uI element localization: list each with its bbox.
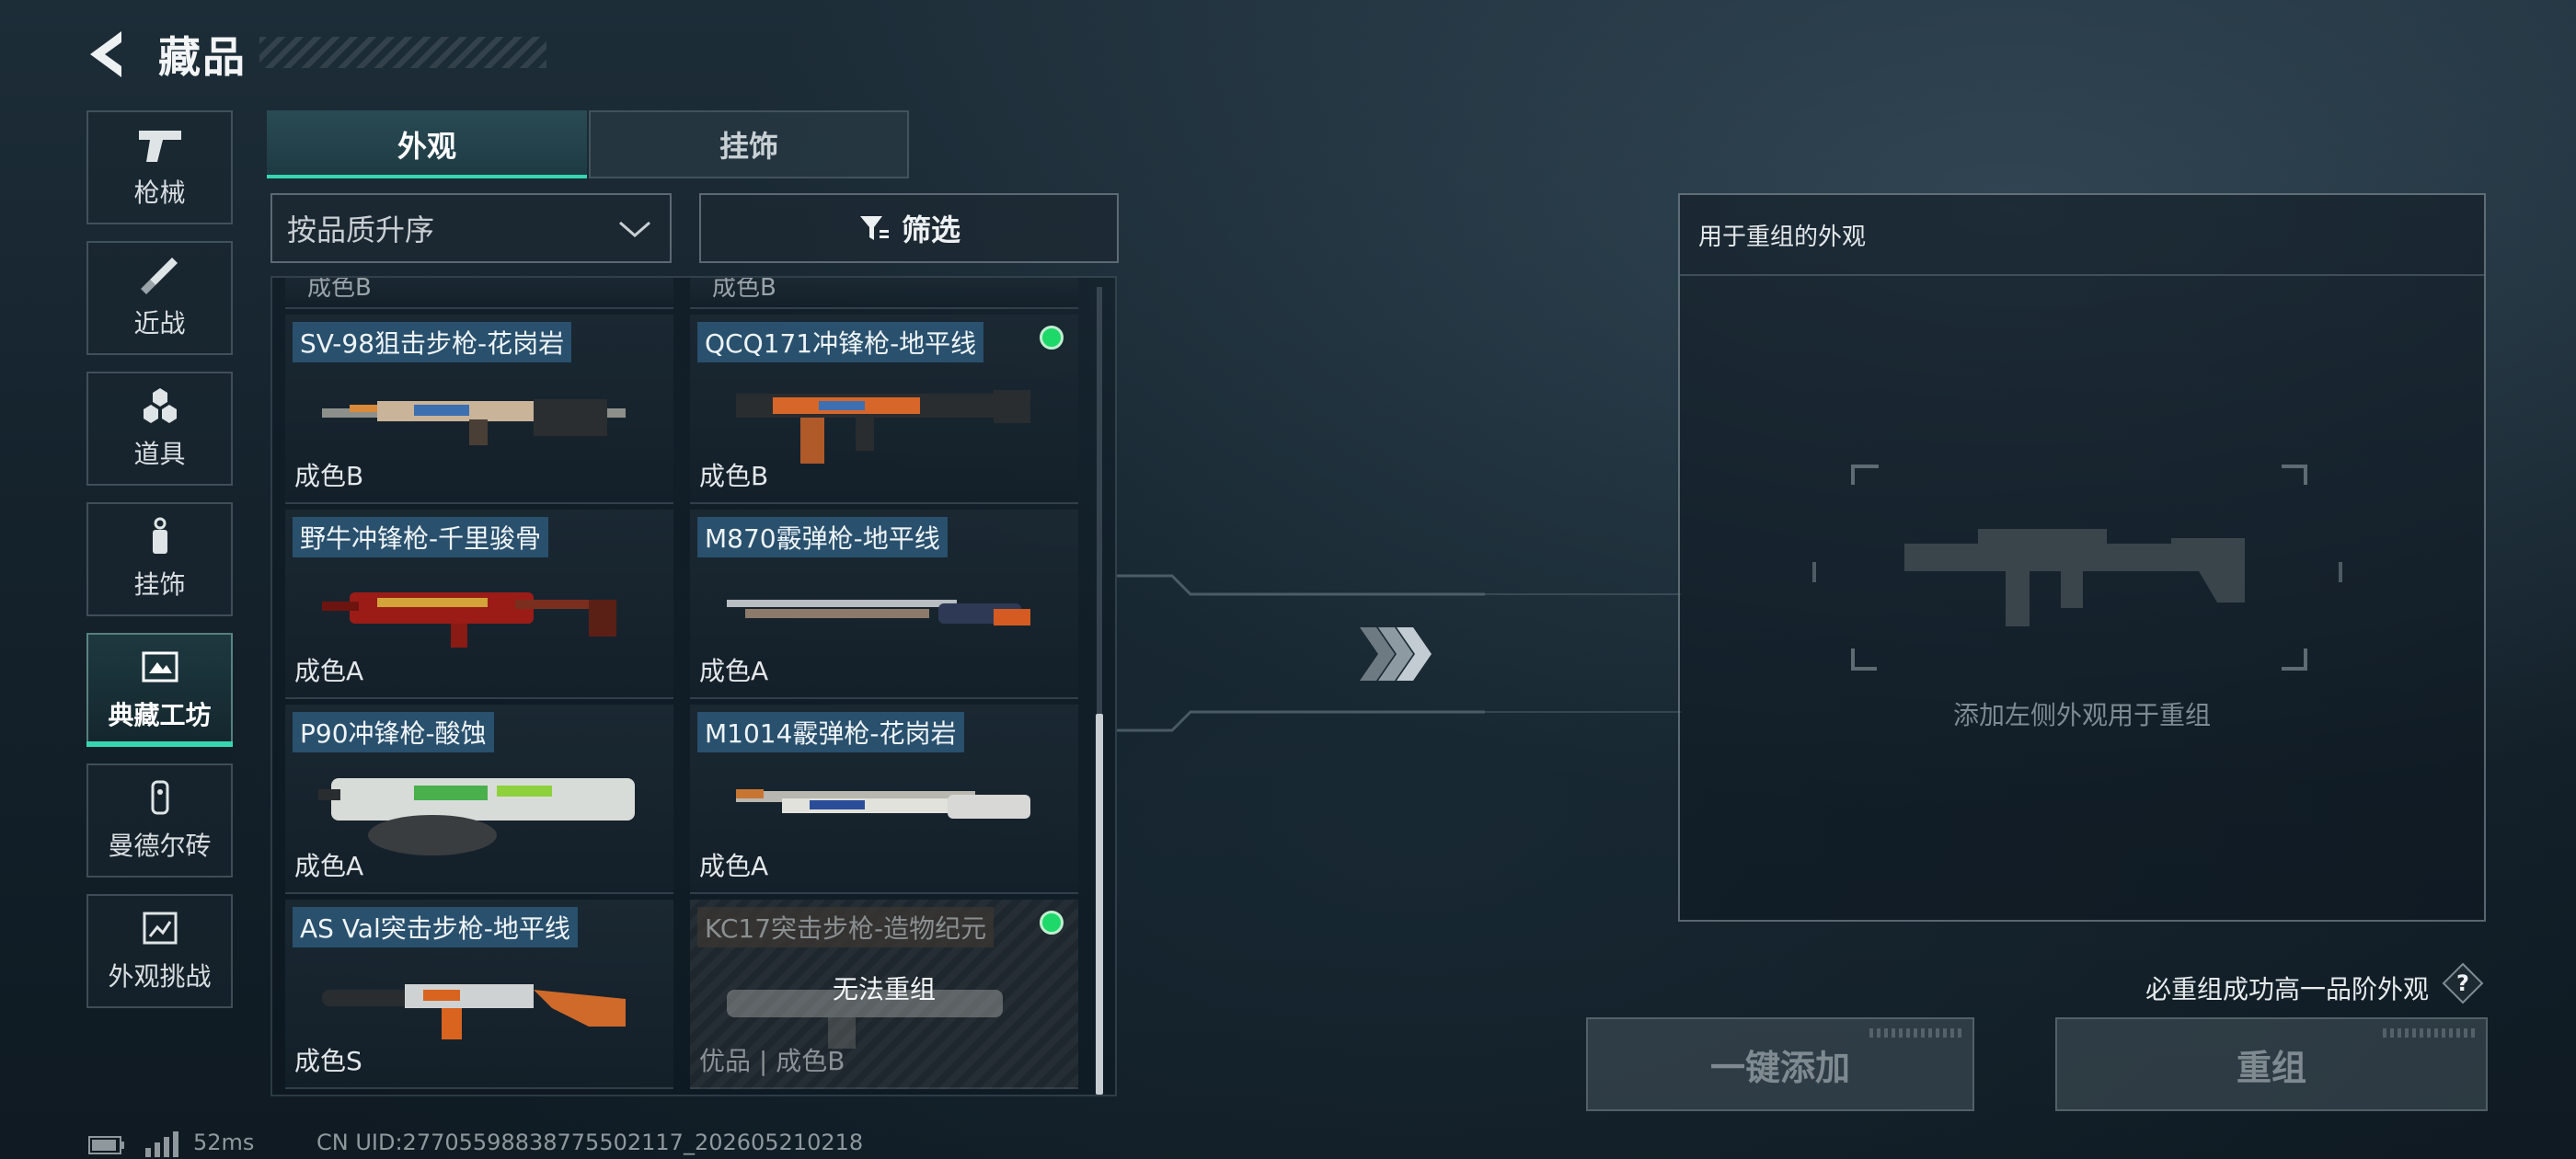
grade-label: 成色B <box>294 461 364 491</box>
knife-icon <box>140 258 178 294</box>
cannot-recombine-label: 无法重组 <box>832 974 936 1004</box>
nav-label: 枪械 <box>133 178 186 208</box>
nav-label: 曼德尔砖 <box>108 831 212 861</box>
pistol-icon <box>138 131 181 162</box>
filter-label: 筛选 <box>901 212 960 247</box>
nav-active-indicator <box>86 741 233 747</box>
grade-label: 优品 | 成色B <box>699 1046 845 1076</box>
filter-icon <box>859 216 889 240</box>
recombine-header: 用于重组的外观 <box>1680 195 2484 276</box>
bizon-smg-image <box>322 592 616 648</box>
list-item[interactable]: P90冲锋枪-酸蚀 成色A <box>285 705 673 894</box>
latency-text: 52ms <box>193 1130 255 1155</box>
challenge-icon <box>143 912 177 945</box>
empty-slot-hint: 添加左侧外观用于重组 <box>1952 700 2211 730</box>
nav-label: 典藏工坊 <box>108 700 212 730</box>
button-decoration <box>1869 1028 1961 1038</box>
help-icon[interactable]: ? <box>2442 962 2484 1004</box>
skin-name: M870霰弹枪-地平线 <box>697 517 948 557</box>
tab-exterior[interactable]: 外观 <box>267 110 587 178</box>
list-item-disabled[interactable]: KC17突击步枪-造物纪元 无法重组 优品 | 成色B <box>690 900 1078 1089</box>
skin-name: SV-98狙击步枪-花岗岩 <box>293 322 572 362</box>
equipped-indicator <box>1040 911 1064 935</box>
sort-select[interactable]: 按品质升序 <box>270 193 672 263</box>
recombine-button[interactable]: 重组 <box>2055 1017 2488 1111</box>
empty-slot-rifle-icon[interactable] <box>1812 465 2346 676</box>
skin-name: M1014霰弹枪-花岗岩 <box>697 712 964 752</box>
equipped-indicator <box>1040 326 1064 350</box>
add-all-label: 一键添加 <box>1709 1047 1850 1088</box>
button-decoration <box>2383 1028 2475 1038</box>
tab-active-indicator <box>267 175 587 178</box>
grade-label: 成色A <box>699 656 769 686</box>
list-item[interactable]: M1014霰弹枪-花岗岩 成色A <box>690 705 1078 894</box>
uid-text: CN UID:27705598838775502117_202605210218 <box>316 1130 864 1155</box>
nav-label: 挂饰 <box>133 569 186 600</box>
assault-rifle-image <box>322 984 626 1039</box>
filter-button[interactable]: 筛选 <box>699 193 1119 263</box>
page-title: 藏品 <box>158 32 247 82</box>
sort-value: 按品质升序 <box>287 212 435 247</box>
sniper-rifle-image <box>322 399 626 445</box>
nav-item-melee[interactable]: 近战 <box>86 241 233 355</box>
nav-label: 道具 <box>133 439 186 469</box>
guarantee-text: 必重组成功高一品阶外观 <box>2145 974 2429 1004</box>
grade-label: 成色B <box>307 278 372 302</box>
hexagons-icon <box>143 388 177 423</box>
p90-image <box>318 778 635 855</box>
list-item[interactable]: AS Val突击步枪-地平线 成色S <box>285 900 673 1089</box>
battery-icon <box>88 1136 124 1154</box>
nav-item-charms[interactable]: 挂饰 <box>86 502 233 616</box>
brick-icon <box>151 780 168 815</box>
list-item[interactable]: M870霰弹枪-地平线 成色A <box>690 510 1078 699</box>
nav-item-challenge[interactable]: 外观挑战 <box>86 894 233 1008</box>
skin-name: P90冲锋枪-酸蚀 <box>293 712 494 752</box>
list-item[interactable]: 成色B <box>690 278 1078 309</box>
skin-name: AS Val突击步枪-地平线 <box>293 907 578 947</box>
back-icon[interactable] <box>85 28 132 81</box>
smg-image <box>736 390 1030 464</box>
nav-item-workshop[interactable]: 典藏工坊 <box>86 633 233 747</box>
svg-text:?: ? <box>2456 970 2469 996</box>
skin-list[interactable]: 成色B 成色B SV-98狙击步枪-花岗岩 成色B QCQ171冲锋枪-地平线 … <box>270 276 1117 1096</box>
workshop-icon <box>142 651 178 683</box>
list-item[interactable]: QCQ171冲锋枪-地平线 成色B <box>690 315 1078 504</box>
grade-label: 成色A <box>699 851 769 881</box>
recombine-label: 重组 <box>2236 1047 2306 1088</box>
nav-item-guns[interactable]: 枪械 <box>86 110 233 224</box>
list-item[interactable]: 野牛冲锋枪-千里骏骨 成色A <box>285 510 673 699</box>
nav-item-mandel-brick[interactable]: 曼德尔砖 <box>86 763 233 878</box>
grade-label: 成色S <box>294 1046 362 1076</box>
shotgun-image <box>727 600 1030 625</box>
nav-label: 近战 <box>133 308 186 339</box>
add-all-button[interactable]: 一键添加 <box>1586 1017 1974 1111</box>
grade-label: 成色A <box>294 656 364 686</box>
list-item[interactable]: 成色B <box>285 278 673 309</box>
list-item[interactable]: SV-98狙击步枪-花岗岩 成色B <box>285 315 673 504</box>
shotgun-image <box>736 789 1030 819</box>
skin-name: 野牛冲锋枪-千里骏骨 <box>293 517 549 557</box>
grade-label: 成色A <box>294 851 364 881</box>
title-decoration <box>259 37 546 68</box>
grade-label: 成色B <box>712 278 776 302</box>
nav-item-items[interactable]: 道具 <box>86 372 233 486</box>
scrollbar-thumb[interactable] <box>1096 714 1103 1095</box>
tab-charm[interactable]: 挂饰 <box>589 110 909 178</box>
keychain-icon <box>152 517 167 554</box>
arrow-right-icon <box>1360 627 1432 681</box>
skin-name: KC17突击步枪-造物纪元 <box>697 907 995 947</box>
grade-label: 成色B <box>699 461 769 491</box>
signal-icon <box>145 1131 178 1157</box>
skin-name: QCQ171冲锋枪-地平线 <box>697 322 984 362</box>
chevron-down-icon <box>619 221 650 237</box>
nav-label: 外观挑战 <box>108 961 212 992</box>
